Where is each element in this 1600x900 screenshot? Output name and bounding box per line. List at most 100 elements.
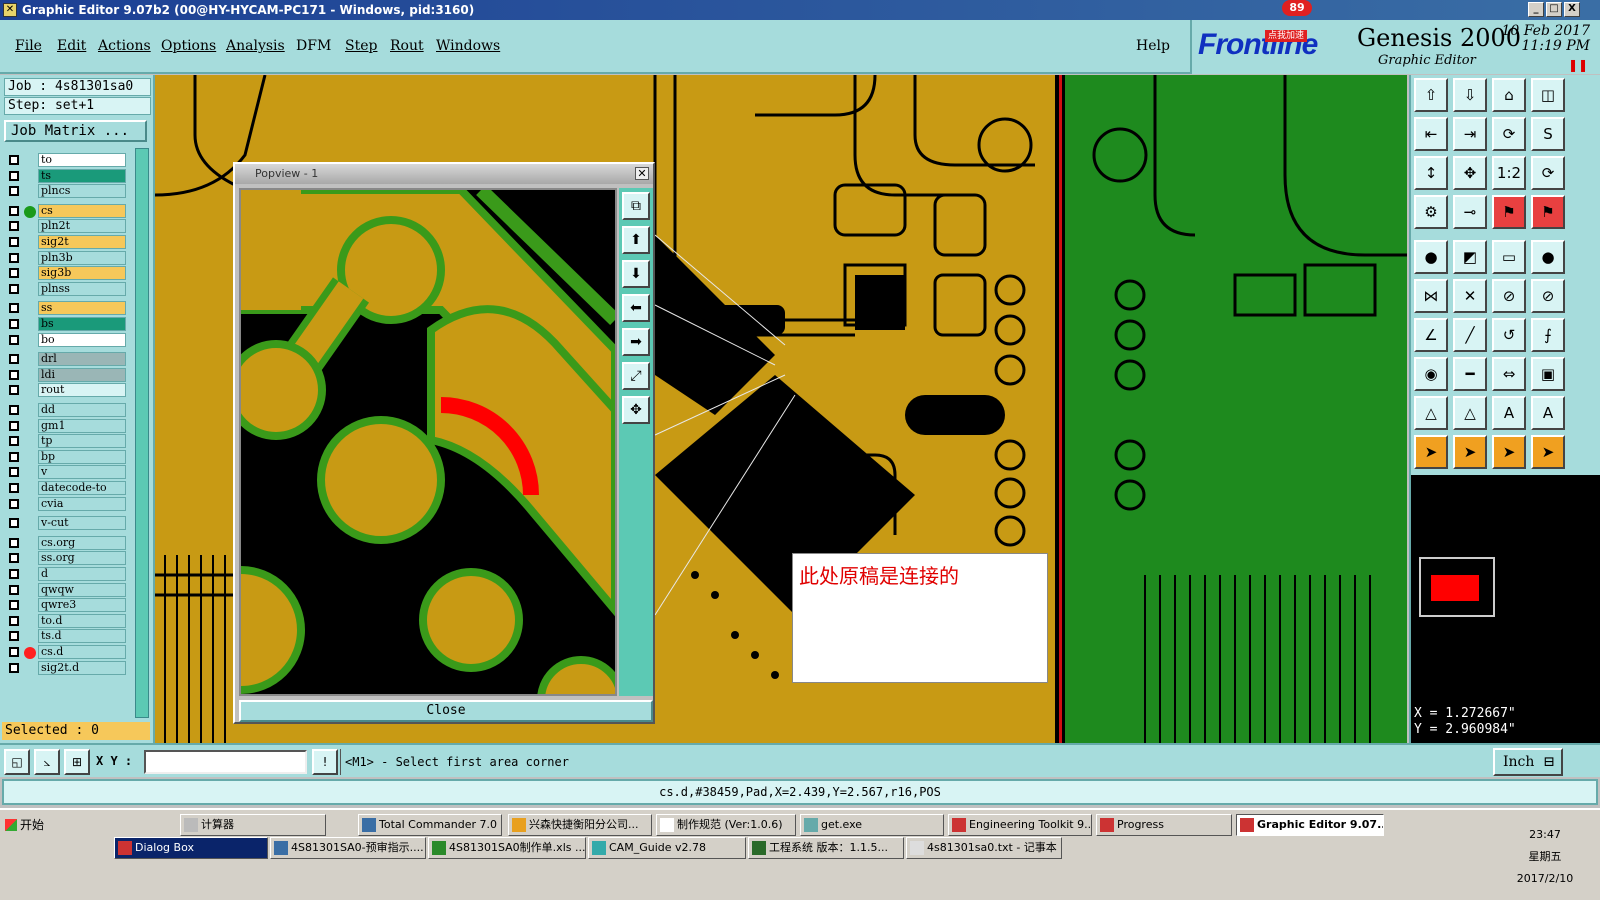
pan-left-icon[interactable]: ⇤ xyxy=(1414,117,1448,151)
resize-icon[interactable]: ⇔ xyxy=(1492,357,1526,391)
layer-checkbox[interactable] xyxy=(9,615,19,626)
layer-checkbox[interactable] xyxy=(9,268,19,279)
taskbar-button[interactable]: Total Commander 7.0 ... xyxy=(358,814,502,836)
layer-name[interactable]: tp xyxy=(38,434,126,449)
layer-row-qwre3[interactable]: qwre3 xyxy=(6,598,126,613)
layer-checkbox[interactable] xyxy=(9,467,19,478)
highlight-a-icon[interactable]: ⚑ xyxy=(1492,195,1526,229)
settings-icon[interactable]: ⚙ xyxy=(1414,195,1448,229)
layer-checkbox[interactable] xyxy=(9,647,19,657)
transform-icon[interactable]: ⨍ xyxy=(1531,318,1565,352)
layer-row-ts[interactable]: ts xyxy=(6,168,126,184)
taskbar-button[interactable]: Graphic Editor 9.07... xyxy=(1236,814,1384,836)
layer-row-plncs[interactable]: plncs xyxy=(6,184,126,199)
pointer-d-icon[interactable]: ➤ xyxy=(1531,435,1565,469)
home-icon[interactable]: ⌂ xyxy=(1492,78,1526,112)
taskbar-button[interactable]: 4s81301sa0.txt - 记事本 xyxy=(906,837,1062,859)
layer-row-plnss[interactable]: plnss xyxy=(6,281,126,297)
layer-row-v-cut[interactable]: v-cut xyxy=(6,516,126,531)
layer-row-drl[interactable]: drl xyxy=(6,352,126,367)
group-icon[interactable]: ▣ xyxy=(1531,357,1565,391)
layer-checkbox[interactable] xyxy=(9,186,19,197)
rotate-icon[interactable]: ⊘ xyxy=(1492,279,1526,313)
fit-all-icon[interactable]: ✥ xyxy=(1453,156,1487,190)
layer-checkbox[interactable] xyxy=(9,483,19,493)
overview-map[interactable] xyxy=(1411,475,1600,703)
layer-checkbox[interactable] xyxy=(9,518,19,529)
layer-checkbox[interactable] xyxy=(9,498,19,509)
layer-row-cs-org[interactable]: cs.org xyxy=(6,535,126,551)
delete-icon[interactable]: ✕ xyxy=(1453,279,1487,313)
layer-name[interactable]: sig2t xyxy=(38,235,126,249)
taskbar-button[interactable]: 制作规范 (Ver:1.0.6) xyxy=(656,814,796,836)
layer-checkbox[interactable] xyxy=(9,631,19,642)
layer-row-pln2t[interactable]: pln2t xyxy=(6,219,126,234)
layer-name[interactable]: cs.d xyxy=(38,645,126,659)
layer-name[interactable]: pln2t xyxy=(38,219,126,234)
tray-clock[interactable]: 23:47 星期五 2017/2/10 xyxy=(1505,824,1585,890)
layer-checkbox[interactable] xyxy=(9,354,19,365)
layer-checkbox[interactable] xyxy=(9,436,19,447)
layer-name[interactable]: ts.d xyxy=(38,629,126,644)
layer-row-cvia[interactable]: cvia xyxy=(6,496,126,512)
notification-badge[interactable]: 89 xyxy=(1282,0,1312,16)
layer-checkbox[interactable] xyxy=(9,205,19,216)
layer-checkbox[interactable] xyxy=(9,221,19,232)
text-a-icon[interactable]: A xyxy=(1492,396,1526,430)
layer-row-pln3b[interactable]: pln3b xyxy=(6,250,126,266)
layer-name[interactable]: ldi xyxy=(38,367,126,382)
menu-edit[interactable]: Edit xyxy=(57,38,86,54)
popview-pan-right-icon[interactable]: ➡ xyxy=(622,328,650,356)
layer-row-qwqw[interactable]: qwqw xyxy=(6,582,126,598)
snap-icon[interactable]: S xyxy=(1531,117,1565,151)
job-matrix-button[interactable]: Job Matrix ... xyxy=(4,120,147,142)
layer-name[interactable]: datecode-to xyxy=(38,481,126,495)
circle-icon[interactable]: ● xyxy=(1531,240,1565,274)
polygon-a-icon[interactable]: △ xyxy=(1414,396,1448,430)
taskbar-button[interactable]: Progress xyxy=(1096,814,1232,836)
taskbar-button[interactable]: Engineering Toolkit 9.... xyxy=(948,814,1092,836)
minimize-button[interactable]: _ xyxy=(1528,2,1544,17)
connect-icon[interactable]: ⋈ xyxy=(1414,279,1448,313)
layer-checkbox[interactable] xyxy=(9,451,19,462)
pointer-b-icon[interactable]: ➤ xyxy=(1453,435,1487,469)
popview-zoom-out-icon[interactable]: ✥ xyxy=(622,396,650,424)
layer-name[interactable]: pln3b xyxy=(38,250,126,265)
popview-canvas[interactable] xyxy=(239,188,617,696)
popview-close-icon[interactable]: ✕ xyxy=(635,167,649,180)
unit-select[interactable]: Inch ⊟ xyxy=(1493,748,1563,776)
popview-pan-left-icon[interactable]: ⬅ xyxy=(622,294,650,322)
layer-checkbox[interactable] xyxy=(9,600,19,611)
layer-name[interactable]: v-cut xyxy=(38,516,126,531)
popview-pan-up-icon[interactable]: ⬆ xyxy=(622,226,650,254)
layer-checkbox[interactable] xyxy=(9,319,19,329)
grid-icon[interactable]: ⊞ xyxy=(64,749,90,775)
layer-checkbox[interactable] xyxy=(9,553,19,564)
speedup-badge[interactable]: 点我加速 xyxy=(1265,30,1307,42)
layer-name[interactable]: cs.org xyxy=(38,535,126,550)
layer-name[interactable]: bp xyxy=(38,449,126,464)
layer-name[interactable]: gm1 xyxy=(38,418,126,433)
layer-name[interactable]: bs xyxy=(38,317,126,331)
text-b-icon[interactable]: A xyxy=(1531,396,1565,430)
layer-name[interactable]: v xyxy=(38,465,126,480)
layer-row-sig2t[interactable]: sig2t xyxy=(6,235,126,250)
close-button[interactable]: X xyxy=(1564,2,1580,17)
layer-checkbox[interactable] xyxy=(9,405,19,415)
layer-row-datecode-to[interactable]: datecode-to xyxy=(6,481,126,496)
layer-row-ss[interactable]: ss xyxy=(6,301,126,316)
layer-checkbox[interactable] xyxy=(9,662,19,673)
zoom-1-2-icon[interactable]: 1:2 xyxy=(1492,156,1526,190)
pointer-a-icon[interactable]: ➤ xyxy=(1414,435,1448,469)
layer-name[interactable]: qwqw xyxy=(38,582,126,597)
probe-icon[interactable]: ⊸ xyxy=(1453,195,1487,229)
layer-checkbox[interactable] xyxy=(9,170,19,181)
pan-up-icon[interactable]: ⇧ xyxy=(1414,78,1448,112)
fit-vertical-icon[interactable]: ↕ xyxy=(1414,156,1448,190)
xy-input[interactable] xyxy=(144,750,307,774)
layer-name[interactable]: bo xyxy=(38,332,126,347)
popview-zoom-window-icon[interactable]: ⧉ xyxy=(622,192,650,220)
layer-checkbox[interactable] xyxy=(9,155,19,165)
layer-checkbox[interactable] xyxy=(9,334,19,345)
layer-name[interactable]: to.d xyxy=(38,613,126,628)
